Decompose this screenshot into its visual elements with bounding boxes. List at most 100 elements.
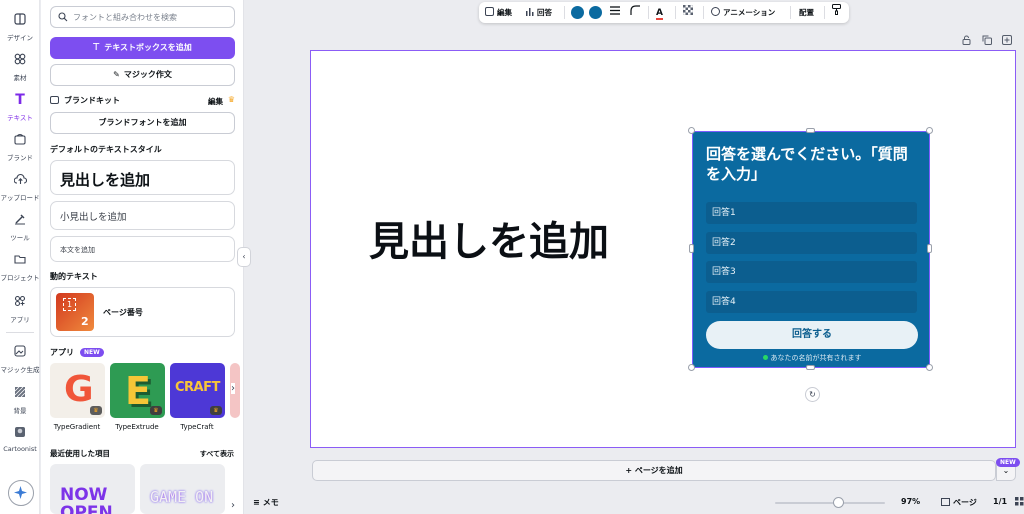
edit-icon	[485, 7, 494, 16]
see-all-link[interactable]: すべて表示	[200, 449, 234, 459]
page-number-card[interactable]: 1 2 ページ番号	[50, 287, 235, 337]
rail-label: ツール	[10, 234, 30, 242]
rail-label: テキスト	[7, 114, 33, 122]
resize-handle-right[interactable]	[927, 244, 932, 253]
add-textbox-button[interactable]: T テキストボックスを追加	[50, 37, 235, 59]
add-heading-card[interactable]: 見出しを追加	[50, 160, 235, 195]
rail-item-projects[interactable]: プロジェクト	[0, 248, 40, 288]
apps-icon	[13, 295, 27, 309]
color-swatch-1[interactable]	[571, 6, 584, 19]
page-number-thumb-1: 1	[63, 298, 76, 311]
online-dot-icon	[762, 355, 768, 360]
rail-item-background[interactable]: 背景	[0, 381, 40, 421]
add-page-button[interactable]: + ページを追加	[312, 460, 996, 481]
magic-assistant-button[interactable]	[8, 480, 34, 506]
page-number-thumbnail: 1 2	[56, 293, 94, 331]
app-label-typecraft: TypeCraft	[180, 423, 214, 431]
poll-option[interactable]: 回答3	[706, 261, 917, 283]
poll-option[interactable]: 回答2	[706, 232, 917, 254]
border-style-icon[interactable]	[610, 2, 620, 23]
crown-icon: ♛	[150, 406, 162, 415]
chevron-left-icon: ‹	[242, 252, 246, 261]
lock-icon[interactable]	[962, 35, 971, 47]
collapse-panel-button[interactable]: ‹	[237, 247, 251, 267]
add-page-icon[interactable]	[1002, 35, 1012, 47]
color-swatch-2[interactable]	[589, 6, 602, 19]
animate-button[interactable]: アニメーション	[711, 2, 775, 23]
poll-question[interactable]: 回答を選んでください。「質問を入力」	[706, 144, 921, 184]
default-styles-heading: デフォルトのテキストスタイル	[50, 145, 162, 154]
recent-next-arrow-icon[interactable]: ›	[231, 500, 235, 511]
rail-item-elements[interactable]: 素材	[0, 48, 40, 88]
animate-icon	[711, 7, 720, 16]
rail-item-design[interactable]: デザイン	[0, 8, 40, 48]
app-tile-typecraft[interactable]: CRAFT ♛	[170, 363, 225, 418]
add-body-label: 本文を追加	[60, 246, 95, 254]
rail-label: デザイン	[7, 34, 33, 42]
dynamic-text-heading: 動的テキスト	[50, 272, 98, 281]
zoom-level[interactable]: 97%	[901, 497, 920, 506]
rotate-icon: ↻	[809, 390, 816, 399]
magic-write-button[interactable]: ✎ マジック作文	[50, 64, 235, 86]
typeextrude-glyph: E	[125, 369, 151, 413]
app-tile-typegradient[interactable]: G ♛	[50, 363, 105, 418]
canvas-heading-text[interactable]: 見出しを追加	[369, 209, 609, 267]
typecraft-glyph: CRAFT	[175, 380, 220, 395]
recent-tile-now-open[interactable]: NOW OPEN	[50, 464, 135, 514]
page-number-thumb-2: 2	[81, 315, 89, 328]
rail-item-tools[interactable]: ツール	[0, 208, 40, 248]
rail-item-upload[interactable]: アップロード	[0, 168, 40, 208]
rail-divider	[6, 332, 34, 333]
zoom-slider-handle[interactable]	[833, 497, 844, 508]
font-search-input[interactable]: フォントと組み合わせを検索	[50, 6, 235, 28]
zoom-slider[interactable]	[775, 502, 885, 504]
pages-button[interactable]: ページ	[941, 497, 977, 508]
poll-share-note: あなたの名前が共有されます	[693, 353, 931, 363]
transparency-icon[interactable]	[682, 2, 694, 23]
poll-element[interactable]: 回答を選んでください。「質問を入力」 回答1 回答2 回答3 回答4 回答する …	[692, 131, 930, 368]
rail-label: 背景	[13, 407, 27, 415]
design-page[interactable]: 見出しを追加 回答を選んでください。「質問を入力」 回答1 回答2 回答3 回答…	[310, 50, 1016, 448]
edit-button[interactable]: 編集	[485, 2, 512, 23]
resize-handle-top-right[interactable]	[926, 127, 933, 134]
sparkle-icon	[14, 486, 27, 499]
poll-submit-button[interactable]: 回答する	[706, 321, 918, 349]
brand-kit-edit-link[interactable]: 編集	[208, 96, 223, 107]
rail-item-cartoonist[interactable]: Cartoonist	[0, 421, 40, 461]
poll-option[interactable]: 回答1	[706, 202, 917, 224]
resize-handle-bottom[interactable]	[806, 365, 815, 370]
resize-handle-left[interactable]	[689, 244, 694, 253]
resize-handle-top[interactable]	[806, 128, 815, 133]
add-subheading-card[interactable]: 小見出しを追加	[50, 201, 235, 230]
resize-handle-bottom-right[interactable]	[926, 364, 933, 371]
magic-media-icon	[13, 345, 27, 359]
rail-item-magic-media[interactable]: マジック生成	[0, 340, 40, 380]
position-button[interactable]: 配置	[799, 2, 814, 23]
text-box-icon: T	[93, 42, 100, 53]
notes-button[interactable]: ≡ メモ	[253, 497, 279, 508]
grid-view-icon[interactable]	[1015, 497, 1024, 508]
rail-item-text[interactable]: T テキスト	[0, 88, 40, 128]
answers-button[interactable]: 回答	[525, 2, 552, 23]
rotate-handle[interactable]: ↻	[805, 387, 820, 402]
apps-next-arrow-icon[interactable]: ›	[231, 383, 235, 394]
pages-icon	[941, 498, 950, 506]
add-brand-fonts-button[interactable]: ブランドフォントを追加	[50, 112, 235, 134]
answers-label: 回答	[537, 8, 552, 17]
resize-handle-bottom-left[interactable]	[688, 364, 695, 371]
copy-style-icon[interactable]	[832, 2, 841, 23]
corner-rounding-icon[interactable]	[630, 2, 640, 23]
app-label-typeextrude: TypeExtrude	[115, 423, 159, 431]
add-body-card[interactable]: 本文を追加	[50, 236, 235, 262]
app-tile-typeextrude[interactable]: E ♛	[110, 363, 165, 418]
upload-icon	[13, 173, 27, 187]
app-label-typegradient: TypeGradient	[53, 423, 101, 431]
context-toolbar: 編集 回答 A アニメーション 配置	[479, 2, 849, 23]
recent-tile-game-on[interactable]: GAME ON	[140, 464, 225, 514]
duplicate-page-icon[interactable]	[982, 35, 992, 47]
resize-handle-top-left[interactable]	[688, 127, 695, 134]
rail-item-brand[interactable]: ブランド	[0, 128, 40, 168]
poll-option[interactable]: 回答4	[706, 291, 917, 313]
text-color-icon[interactable]: A	[656, 2, 663, 23]
rail-item-apps[interactable]: アプリ	[0, 290, 40, 330]
